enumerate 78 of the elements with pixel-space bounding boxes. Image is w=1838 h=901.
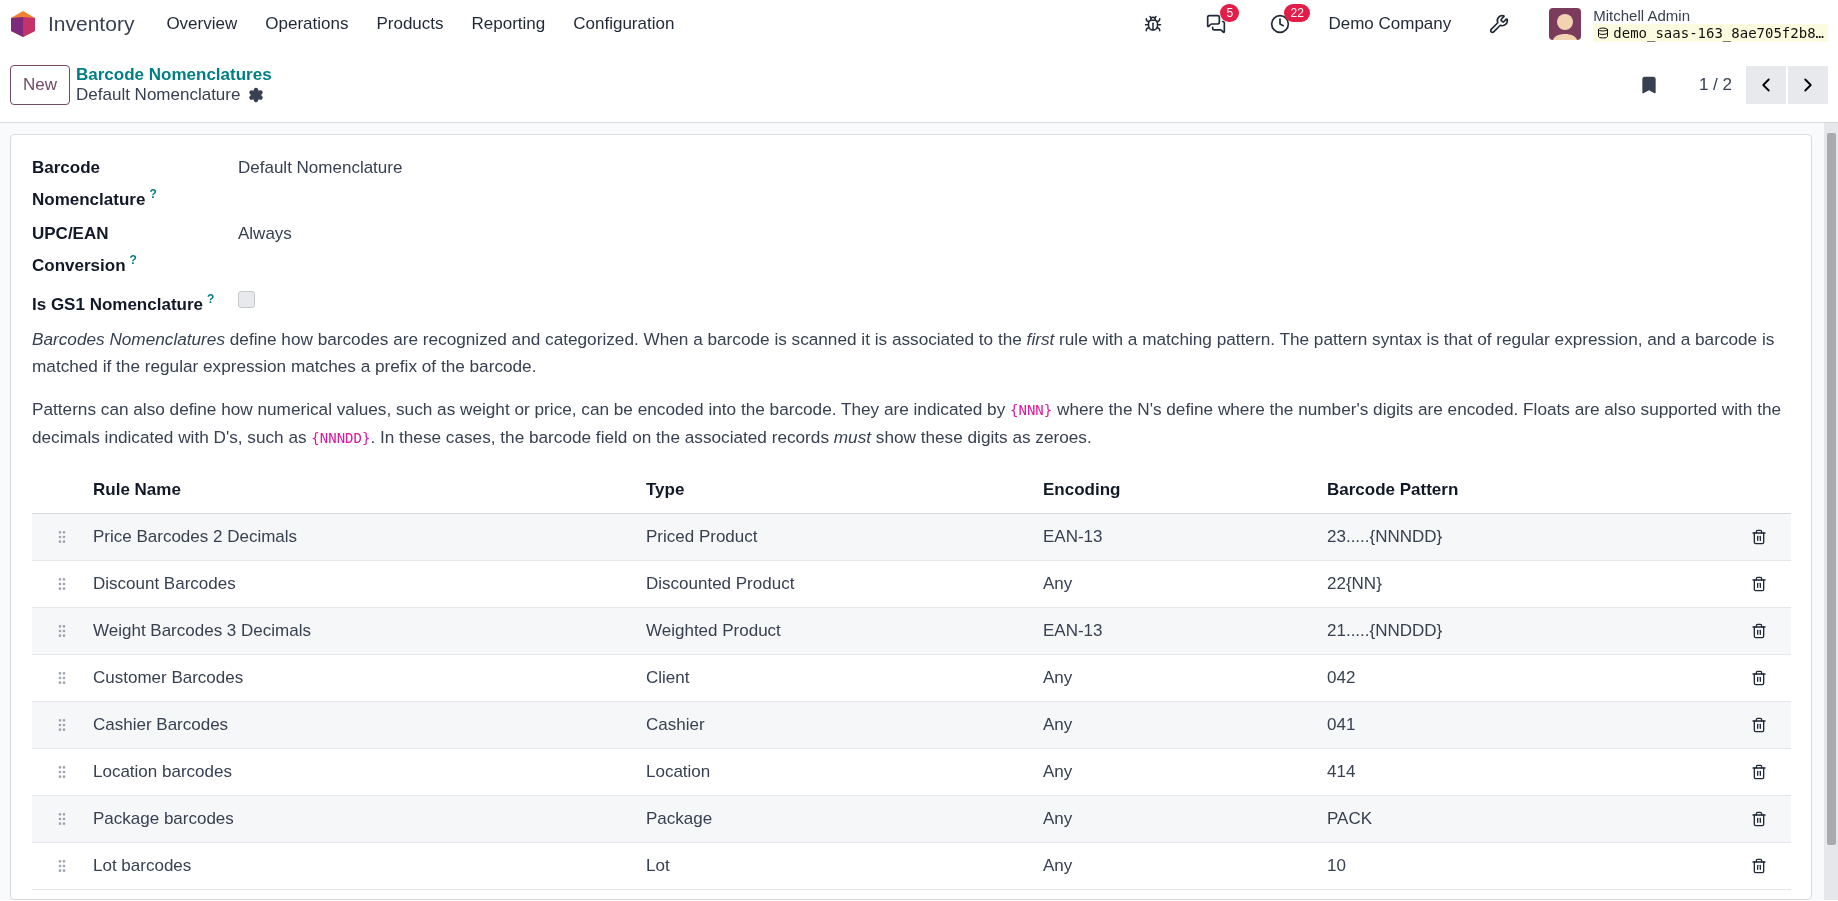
database-name: demo_saas-163_8ae705f2b8… [1593, 23, 1828, 42]
field-label: UPC/EAN Conversion $^{?}$ [32, 222, 138, 277]
bug-icon[interactable] [1144, 15, 1163, 33]
database-icon [1597, 26, 1610, 39]
column-header[interactable]: Type [615, 480, 1012, 501]
table-cell-text: Client [645, 667, 691, 688]
table-cell-text: Customer Barcodes [92, 667, 245, 688]
menu-item[interactable]: Configuration [561, 14, 687, 34]
table-cell-text: Any [1042, 855, 1074, 876]
trash-icon[interactable] [1751, 622, 1767, 639]
trash-icon[interactable] [1751, 763, 1767, 780]
app-name[interactable]: Inventory [48, 12, 135, 36]
new-button[interactable]: New [10, 65, 70, 105]
clock-icon[interactable] [1270, 14, 1291, 34]
table-cell-text: Discounted Product [645, 573, 796, 594]
table-cell-text: Location [645, 761, 712, 782]
table-cell-text: Priced Product [645, 526, 759, 547]
table-cell-text: Weighted Product [645, 620, 782, 641]
field-label: Barcode Nomenclature $^{?}$ [32, 157, 158, 211]
menu-item[interactable]: Products [364, 14, 456, 34]
table-cell-text: 10 [1326, 855, 1347, 876]
table-cell-text: Package [645, 808, 714, 829]
table-cell-text: EAN-13 [1042, 620, 1104, 641]
table-cell-text: PACK [1326, 808, 1374, 829]
table-cell-text: Location barcodes [92, 761, 233, 782]
table-cell-text: Any [1042, 761, 1074, 782]
trash-icon[interactable] [1751, 810, 1767, 827]
field-value: Default Nomenclature [238, 157, 404, 179]
table-cell-text: Any [1042, 573, 1074, 594]
field-value: Always [238, 222, 293, 245]
table-cell-text: Lot barcodes [92, 855, 193, 876]
activity-count: 22 [1284, 4, 1310, 22]
previous-button[interactable] [1746, 66, 1786, 104]
table-cell-text: Weight Barcodes 3 Decimals [92, 620, 312, 641]
table-cell-text: 042 [1326, 667, 1357, 688]
table-cell-text: Cashier Barcodes [92, 714, 230, 735]
next-button[interactable] [1788, 66, 1828, 104]
chat-icon[interactable] [1206, 14, 1227, 34]
table-cell-text: 22{NN} [1326, 573, 1383, 594]
column-header[interactable]: Encoding [1012, 480, 1296, 501]
table-cell-text: Lot [645, 855, 671, 876]
user-avatar[interactable] [1549, 8, 1582, 40]
pager-value[interactable]: 1 / 2 [1698, 75, 1732, 95]
breadcrumb-link[interactable]: Barcode Nomenclatures [76, 65, 272, 85]
menu-item[interactable]: Operations [253, 14, 361, 34]
column-header[interactable]: Barcode Pattern [1296, 480, 1751, 501]
table-cell-text: Discount Barcodes [92, 573, 237, 594]
table-cell-text: Cashier [645, 714, 706, 735]
help-paragraph: Patterns can also define how numerical values, such as weight or price, can be encoded into the barcode. They are indicated by {NNN} where the N's define where the number's digits are encoded. Floats are also supported with the decimals indicated with D's, such as {NNNDD}. In these cases, the barcode field on the associated records must show these digits as zeroes. [32, 397, 1783, 449]
menu-item[interactable]: Reporting [459, 14, 558, 34]
table-cell-text: Price Barcodes 2 Decimals [92, 526, 299, 547]
message-count: 5 [1220, 4, 1240, 22]
settings-icon[interactable] [248, 87, 265, 103]
company-name[interactable]: Demo Company [1328, 14, 1452, 34]
table-cell-text: 23.....{NNNDD} [1326, 526, 1444, 547]
table-cell-text: EAN-13 [1042, 526, 1104, 547]
trash-icon[interactable] [1751, 857, 1767, 874]
scrollbar-thumb[interactable] [1826, 133, 1836, 845]
table-cell-text: 041 [1326, 714, 1357, 735]
table-cell-text: 21.....{NNDDD} [1326, 620, 1444, 641]
menu-item[interactable]: Overview [154, 14, 250, 34]
table-cell-text: Any [1042, 808, 1074, 829]
table-cell-text: 414 [1326, 761, 1357, 782]
column-header[interactable]: Rule Name [62, 480, 615, 501]
trash-icon[interactable] [1751, 575, 1767, 592]
trash-icon[interactable] [1751, 669, 1767, 686]
trash-icon[interactable] [1751, 528, 1767, 545]
table-cell-text: Any [1042, 667, 1074, 688]
table-cell-text: Any [1042, 714, 1074, 735]
table-cell-text: Package barcodes [92, 808, 235, 829]
user-name[interactable]: Mitchell Admin [1593, 6, 1828, 24]
trash-icon[interactable] [1751, 716, 1767, 733]
app-logo-icon[interactable] [10, 10, 36, 38]
tools-icon[interactable] [1489, 14, 1510, 34]
record-title: Default Nomenclature [76, 85, 241, 105]
help-paragraph: Barcodes Nomenclatures define how barcodes are recognized and categorized. When a barcode is scanned it is associated to the first rule with a matching pattern. The pattern syntax is that of regular expression, and a barcode is matched if the regular expression matches a prefix of the barcode. [32, 327, 1776, 378]
checkbox[interactable] [238, 291, 255, 309]
field-label: Is GS1 Nomenclature $^{?}$ [32, 291, 216, 316]
